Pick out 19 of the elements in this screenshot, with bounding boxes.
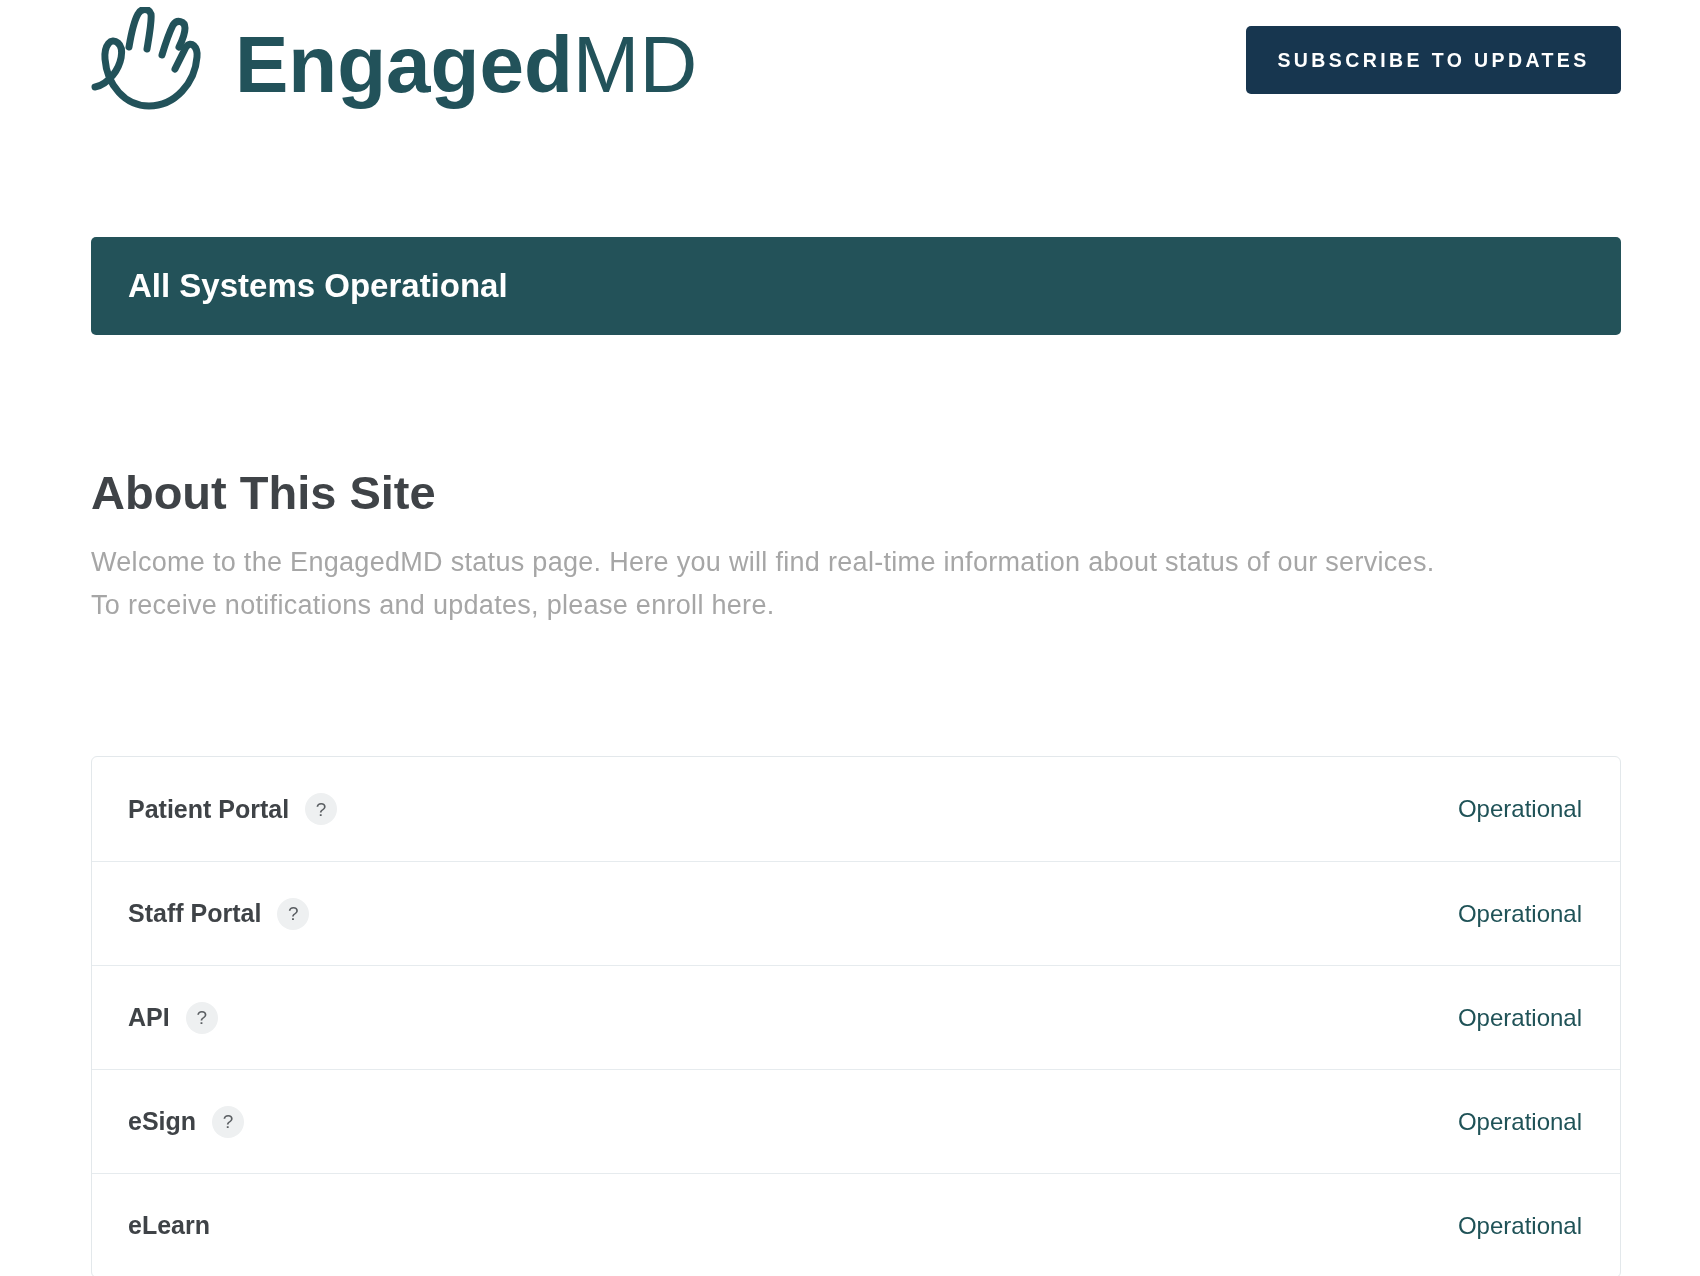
hand-logo-icon (91, 7, 203, 111)
component-name: eSign (128, 1107, 197, 1136)
status-text: Operational (1457, 1003, 1582, 1032)
status-text: Operational (1457, 1211, 1582, 1240)
intro-paragraph: Welcome to the EngagedMD status page. Here you will find real-time information about status of our services. To receive notifications and updates, please enroll here. (91, 546, 1436, 622)
component-name: API (128, 1003, 170, 1032)
subscribe-button[interactable]: SUBSCRIBE TO UPDATES (1246, 26, 1621, 94)
component-name: Patient Portal (128, 794, 290, 824)
status-text: Operational (1457, 795, 1582, 823)
help-icon[interactable]: ? (212, 1105, 245, 1138)
help-icon[interactable]: ? (277, 897, 310, 930)
component-name: eLearn (128, 1211, 210, 1240)
help-icon[interactable]: ? (185, 1001, 218, 1034)
status-banner: All Systems Operational (91, 237, 1621, 335)
help-icon[interactable]: ? (305, 793, 338, 825)
status-text: Operational (1457, 899, 1582, 928)
component-name: Staff Portal (128, 899, 262, 928)
section-heading: About This Site (91, 465, 437, 521)
status-text: Operational (1457, 1107, 1582, 1136)
